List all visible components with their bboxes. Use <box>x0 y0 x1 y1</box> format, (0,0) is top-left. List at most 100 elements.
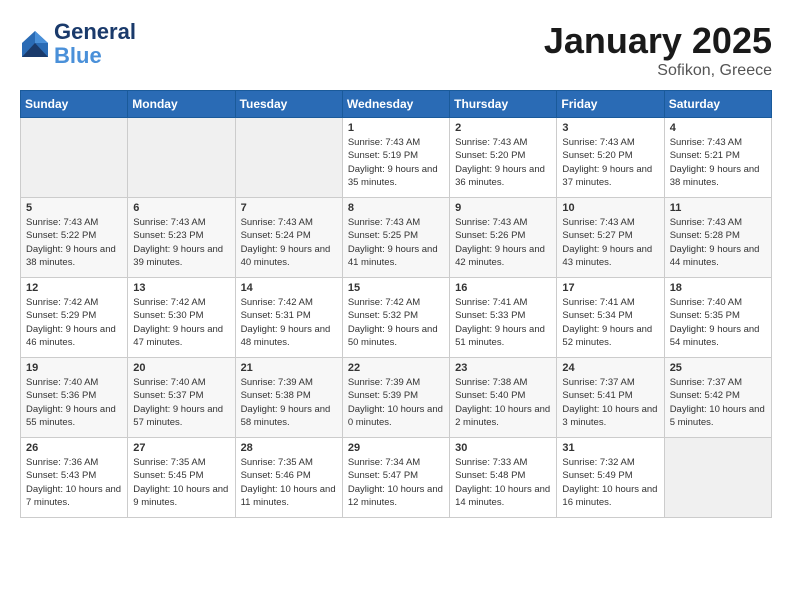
day-info: Sunrise: 7:39 AM Sunset: 5:38 PM Dayligh… <box>241 376 337 429</box>
day-info: Sunrise: 7:36 AM Sunset: 5:43 PM Dayligh… <box>26 456 122 509</box>
day-info: Sunrise: 7:43 AM Sunset: 5:24 PM Dayligh… <box>241 216 337 269</box>
day-info: Sunrise: 7:33 AM Sunset: 5:48 PM Dayligh… <box>455 456 551 509</box>
day-number: 24 <box>562 362 658 374</box>
day-number: 16 <box>455 282 551 294</box>
day-number: 11 <box>670 202 766 214</box>
day-number: 31 <box>562 442 658 454</box>
day-info: Sunrise: 7:32 AM Sunset: 5:49 PM Dayligh… <box>562 456 658 509</box>
table-row: 7 Sunrise: 7:43 AM Sunset: 5:24 PM Daylig… <box>235 198 342 278</box>
day-info: Sunrise: 7:42 AM Sunset: 5:32 PM Dayligh… <box>348 296 444 349</box>
day-info: Sunrise: 7:40 AM Sunset: 5:37 PM Dayligh… <box>133 376 229 429</box>
day-info: Sunrise: 7:35 AM Sunset: 5:45 PM Dayligh… <box>133 456 229 509</box>
table-row: 26 Sunrise: 7:36 AM Sunset: 5:43 PM Dayli… <box>21 438 128 518</box>
day-info: Sunrise: 7:43 AM Sunset: 5:28 PM Dayligh… <box>670 216 766 269</box>
table-row: 14 Sunrise: 7:42 AM Sunset: 5:31 PM Dayli… <box>235 278 342 358</box>
table-row: 15 Sunrise: 7:42 AM Sunset: 5:32 PM Dayli… <box>342 278 449 358</box>
day-info: Sunrise: 7:43 AM Sunset: 5:22 PM Dayligh… <box>26 216 122 269</box>
day-info: Sunrise: 7:40 AM Sunset: 5:35 PM Dayligh… <box>670 296 766 349</box>
day-number: 12 <box>26 282 122 294</box>
calendar-week-0: 1Sunrise: 7:43 AM Sunset: 5:19 PM Daylig… <box>21 118 772 198</box>
table-row: 24 Sunrise: 7:37 AM Sunset: 5:41 PM Dayli… <box>557 358 664 438</box>
table-row: 8Sunrise: 7:43 AM Sunset: 5:25 PM Daylig… <box>342 198 449 278</box>
table-row: 9 Sunrise: 7:43 AM Sunset: 5:26 PM Daylig… <box>450 198 557 278</box>
calendar-header-row: Sunday Monday Tuesday Wednesday Thursday… <box>21 91 772 118</box>
col-sunday: Sunday <box>21 91 128 118</box>
table-row: 21 Sunrise: 7:39 AM Sunset: 5:38 PM Dayli… <box>235 358 342 438</box>
day-number: 3 <box>562 122 658 134</box>
day-info: Sunrise: 7:34 AM Sunset: 5:47 PM Dayligh… <box>348 456 444 509</box>
day-info: Sunrise: 7:43 AM Sunset: 5:23 PM Dayligh… <box>133 216 229 269</box>
calendar-week-4: 26 Sunrise: 7:36 AM Sunset: 5:43 PM Dayli… <box>21 438 772 518</box>
table-row: 23Sunrise: 7:38 AM Sunset: 5:40 PM Dayli… <box>450 358 557 438</box>
day-number: 7 <box>241 202 337 214</box>
table-row: 3 Sunrise: 7:43 AM Sunset: 5:20 PM Daylig… <box>557 118 664 198</box>
table-row: 31 Sunrise: 7:32 AM Sunset: 5:49 PM Dayli… <box>557 438 664 518</box>
day-info: Sunrise: 7:42 AM Sunset: 5:30 PM Dayligh… <box>133 296 229 349</box>
day-info: Sunrise: 7:42 AM Sunset: 5:31 PM Dayligh… <box>241 296 337 349</box>
day-number: 13 <box>133 282 229 294</box>
day-number: 30 <box>455 442 551 454</box>
calendar-table: Sunday Monday Tuesday Wednesday Thursday… <box>20 90 772 518</box>
day-info: Sunrise: 7:35 AM Sunset: 5:46 PM Dayligh… <box>241 456 337 509</box>
table-row: 1Sunrise: 7:43 AM Sunset: 5:19 PM Daylig… <box>342 118 449 198</box>
table-row: 25 Sunrise: 7:37 AM Sunset: 5:42 PM Dayli… <box>664 358 771 438</box>
title-block: January 2025 Sofikon, Greece <box>544 20 772 80</box>
day-number: 14 <box>241 282 337 294</box>
day-info: Sunrise: 7:40 AM Sunset: 5:36 PM Dayligh… <box>26 376 122 429</box>
table-row: 30 Sunrise: 7:33 AM Sunset: 5:48 PM Dayli… <box>450 438 557 518</box>
table-row: 28Sunrise: 7:35 AM Sunset: 5:46 PM Dayli… <box>235 438 342 518</box>
logo-line2: Blue <box>54 43 102 68</box>
logo-icon <box>20 29 50 59</box>
table-row: 13 Sunrise: 7:42 AM Sunset: 5:30 PM Dayli… <box>128 278 235 358</box>
table-row <box>21 118 128 198</box>
day-info: Sunrise: 7:43 AM Sunset: 5:27 PM Dayligh… <box>562 216 658 269</box>
day-info: Sunrise: 7:37 AM Sunset: 5:41 PM Dayligh… <box>562 376 658 429</box>
table-row: 17 Sunrise: 7:41 AM Sunset: 5:34 PM Dayli… <box>557 278 664 358</box>
col-monday: Monday <box>128 91 235 118</box>
table-row: 6 Sunrise: 7:43 AM Sunset: 5:23 PM Daylig… <box>128 198 235 278</box>
table-row: 10Sunrise: 7:43 AM Sunset: 5:27 PM Dayli… <box>557 198 664 278</box>
day-number: 2 <box>455 122 551 134</box>
day-number: 26 <box>26 442 122 454</box>
table-row: 4Sunrise: 7:43 AM Sunset: 5:21 PM Daylig… <box>664 118 771 198</box>
table-row <box>128 118 235 198</box>
day-info: Sunrise: 7:41 AM Sunset: 5:34 PM Dayligh… <box>562 296 658 349</box>
day-info: Sunrise: 7:43 AM Sunset: 5:20 PM Dayligh… <box>455 136 551 189</box>
table-row: 5Sunrise: 7:43 AM Sunset: 5:22 PM Daylig… <box>21 198 128 278</box>
table-row: 29 Sunrise: 7:34 AM Sunset: 5:47 PM Dayli… <box>342 438 449 518</box>
logo: General Blue <box>20 20 136 68</box>
table-row: 20Sunrise: 7:40 AM Sunset: 5:37 PM Dayli… <box>128 358 235 438</box>
col-tuesday: Tuesday <box>235 91 342 118</box>
calendar-subtitle: Sofikon, Greece <box>544 62 772 80</box>
calendar-week-1: 5Sunrise: 7:43 AM Sunset: 5:22 PM Daylig… <box>21 198 772 278</box>
logo-line1: General <box>54 20 136 44</box>
table-row <box>664 438 771 518</box>
table-row: 11 Sunrise: 7:43 AM Sunset: 5:28 PM Dayli… <box>664 198 771 278</box>
day-number: 6 <box>133 202 229 214</box>
day-number: 21 <box>241 362 337 374</box>
day-info: Sunrise: 7:43 AM Sunset: 5:26 PM Dayligh… <box>455 216 551 269</box>
col-friday: Friday <box>557 91 664 118</box>
day-number: 4 <box>670 122 766 134</box>
col-wednesday: Wednesday <box>342 91 449 118</box>
logo-text: General Blue <box>54 20 136 68</box>
day-number: 18 <box>670 282 766 294</box>
day-info: Sunrise: 7:37 AM Sunset: 5:42 PM Dayligh… <box>670 376 766 429</box>
day-info: Sunrise: 7:43 AM Sunset: 5:25 PM Dayligh… <box>348 216 444 269</box>
day-number: 17 <box>562 282 658 294</box>
day-number: 15 <box>348 282 444 294</box>
day-number: 25 <box>670 362 766 374</box>
page-container: General Blue January 2025 Sofikon, Greec… <box>0 0 792 528</box>
table-row: 18 Sunrise: 7:40 AM Sunset: 5:35 PM Dayli… <box>664 278 771 358</box>
day-info: Sunrise: 7:39 AM Sunset: 5:39 PM Dayligh… <box>348 376 444 429</box>
day-number: 29 <box>348 442 444 454</box>
table-row: 27Sunrise: 7:35 AM Sunset: 5:45 PM Dayli… <box>128 438 235 518</box>
day-number: 19 <box>26 362 122 374</box>
day-number: 9 <box>455 202 551 214</box>
day-info: Sunrise: 7:43 AM Sunset: 5:20 PM Dayligh… <box>562 136 658 189</box>
table-row: 19 Sunrise: 7:40 AM Sunset: 5:36 PM Dayli… <box>21 358 128 438</box>
header: General Blue January 2025 Sofikon, Greec… <box>20 20 772 80</box>
calendar-week-2: 12Sunrise: 7:42 AM Sunset: 5:29 PM Dayli… <box>21 278 772 358</box>
day-info: Sunrise: 7:38 AM Sunset: 5:40 PM Dayligh… <box>455 376 551 429</box>
day-info: Sunrise: 7:41 AM Sunset: 5:33 PM Dayligh… <box>455 296 551 349</box>
